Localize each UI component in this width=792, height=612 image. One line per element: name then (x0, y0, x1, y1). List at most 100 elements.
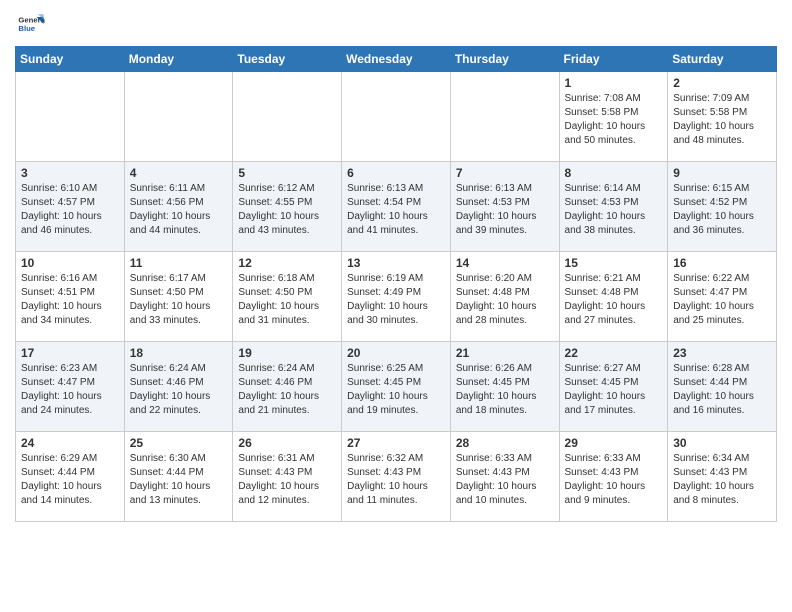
day-info: Sunrise: 6:26 AMSunset: 4:45 PMDaylight:… (456, 362, 554, 418)
day-info: Sunrise: 6:24 AMSunset: 4:46 PMDaylight:… (130, 362, 228, 418)
day-cell-29: 29 Sunrise: 6:33 AMSunset: 4:43 PMDayligh… (559, 432, 668, 522)
day-info: Sunrise: 6:17 AMSunset: 4:50 PMDaylight:… (130, 272, 228, 328)
day-cell-25: 25 Sunrise: 6:30 AMSunset: 4:44 PMDayligh… (124, 432, 233, 522)
day-number: 29 (565, 436, 663, 450)
day-number: 24 (21, 436, 119, 450)
day-info: Sunrise: 6:24 AMSunset: 4:46 PMDaylight:… (238, 362, 336, 418)
day-cell-13: 13 Sunrise: 6:19 AMSunset: 4:49 PMDayligh… (342, 252, 451, 342)
day-number: 9 (673, 166, 771, 180)
day-number: 12 (238, 256, 336, 270)
day-cell-19: 19 Sunrise: 6:24 AMSunset: 4:46 PMDayligh… (233, 342, 342, 432)
empty-cell (124, 72, 233, 162)
weekday-header-saturday: Saturday (668, 47, 777, 72)
day-cell-8: 8 Sunrise: 6:14 AMSunset: 4:53 PMDaylight… (559, 162, 668, 252)
day-info: Sunrise: 6:30 AMSunset: 4:44 PMDaylight:… (130, 452, 228, 508)
day-number: 4 (130, 166, 228, 180)
day-info: Sunrise: 6:10 AMSunset: 4:57 PMDaylight:… (21, 182, 119, 238)
calendar-table: SundayMondayTuesdayWednesdayThursdayFrid… (15, 46, 777, 522)
day-number: 30 (673, 436, 771, 450)
day-cell-16: 16 Sunrise: 6:22 AMSunset: 4:47 PMDayligh… (668, 252, 777, 342)
day-info: Sunrise: 6:27 AMSunset: 4:45 PMDaylight:… (565, 362, 663, 418)
weekday-header-sunday: Sunday (16, 47, 125, 72)
day-number: 26 (238, 436, 336, 450)
day-number: 10 (21, 256, 119, 270)
day-info: Sunrise: 6:13 AMSunset: 4:53 PMDaylight:… (456, 182, 554, 238)
day-cell-20: 20 Sunrise: 6:25 AMSunset: 4:45 PMDayligh… (342, 342, 451, 432)
day-number: 28 (456, 436, 554, 450)
week-row-1: 1Sunrise: 7:08 AMSunset: 5:58 PMDaylight… (16, 72, 777, 162)
week-row-4: 17Sunrise: 6:23 AMSunset: 4:47 PMDayligh… (16, 342, 777, 432)
day-info: Sunrise: 6:33 AMSunset: 4:43 PMDaylight:… (456, 452, 554, 508)
day-info: Sunrise: 6:25 AMSunset: 4:45 PMDaylight:… (347, 362, 445, 418)
day-info: Sunrise: 6:20 AMSunset: 4:48 PMDaylight:… (456, 272, 554, 328)
day-info: Sunrise: 6:29 AMSunset: 4:44 PMDaylight:… (21, 452, 119, 508)
day-cell-22: 22 Sunrise: 6:27 AMSunset: 4:45 PMDayligh… (559, 342, 668, 432)
day-number: 5 (238, 166, 336, 180)
empty-cell (450, 72, 559, 162)
day-cell-21: 21 Sunrise: 6:26 AMSunset: 4:45 PMDayligh… (450, 342, 559, 432)
day-number: 15 (565, 256, 663, 270)
day-info: Sunrise: 6:12 AMSunset: 4:55 PMDaylight:… (238, 182, 336, 238)
day-info: Sunrise: 6:15 AMSunset: 4:52 PMDaylight:… (673, 182, 771, 238)
weekday-header-tuesday: Tuesday (233, 47, 342, 72)
day-cell-9: 9 Sunrise: 6:15 AMSunset: 4:52 PMDaylight… (668, 162, 777, 252)
week-row-5: 24 Sunrise: 6:29 AMSunset: 4:44 PMDayligh… (16, 432, 777, 522)
day-info: Sunrise: 7:09 AMSunset: 5:58 PMDaylight:… (673, 92, 771, 148)
page-container: General Blue SundayMondayTuesdayWednesda… (0, 0, 792, 537)
day-info: Sunrise: 6:31 AMSunset: 4:43 PMDaylight:… (238, 452, 336, 508)
day-number: 23 (673, 346, 771, 360)
day-number: 3 (21, 166, 119, 180)
day-cell-18: 18 Sunrise: 6:24 AMSunset: 4:46 PMDayligh… (124, 342, 233, 432)
day-cell-11: 11Sunrise: 6:17 AMSunset: 4:50 PMDayligh… (124, 252, 233, 342)
day-number: 19 (238, 346, 336, 360)
day-cell-2: 2 Sunrise: 7:09 AMSunset: 5:58 PMDaylight… (668, 72, 777, 162)
day-number: 25 (130, 436, 228, 450)
day-cell-6: 6Sunrise: 6:13 AMSunset: 4:54 PMDaylight… (342, 162, 451, 252)
day-number: 13 (347, 256, 445, 270)
day-number: 27 (347, 436, 445, 450)
day-number: 7 (456, 166, 554, 180)
day-info: Sunrise: 6:22 AMSunset: 4:47 PMDaylight:… (673, 272, 771, 328)
day-cell-12: 12Sunrise: 6:18 AMSunset: 4:50 PMDayligh… (233, 252, 342, 342)
header: General Blue (15, 10, 777, 38)
day-cell-30: 30 Sunrise: 6:34 AMSunset: 4:43 PMDayligh… (668, 432, 777, 522)
day-number: 6 (347, 166, 445, 180)
day-number: 18 (130, 346, 228, 360)
day-number: 1 (565, 76, 663, 90)
day-info: Sunrise: 6:34 AMSunset: 4:43 PMDaylight:… (673, 452, 771, 508)
empty-cell (342, 72, 451, 162)
day-cell-1: 1Sunrise: 7:08 AMSunset: 5:58 PMDaylight… (559, 72, 668, 162)
week-row-3: 10Sunrise: 6:16 AMSunset: 4:51 PMDayligh… (16, 252, 777, 342)
day-number: 20 (347, 346, 445, 360)
day-cell-7: 7 Sunrise: 6:13 AMSunset: 4:53 PMDaylight… (450, 162, 559, 252)
day-number: 16 (673, 256, 771, 270)
day-cell-28: 28 Sunrise: 6:33 AMSunset: 4:43 PMDayligh… (450, 432, 559, 522)
day-info: Sunrise: 6:21 AMSunset: 4:48 PMDaylight:… (565, 272, 663, 328)
day-info: Sunrise: 6:11 AMSunset: 4:56 PMDaylight:… (130, 182, 228, 238)
day-cell-14: 14Sunrise: 6:20 AMSunset: 4:48 PMDayligh… (450, 252, 559, 342)
day-number: 2 (673, 76, 771, 90)
day-cell-10: 10Sunrise: 6:16 AMSunset: 4:51 PMDayligh… (16, 252, 125, 342)
day-number: 8 (565, 166, 663, 180)
day-cell-3: 3 Sunrise: 6:10 AMSunset: 4:57 PMDaylight… (16, 162, 125, 252)
day-cell-15: 15 Sunrise: 6:21 AMSunset: 4:48 PMDayligh… (559, 252, 668, 342)
day-cell-5: 5 Sunrise: 6:12 AMSunset: 4:55 PMDaylight… (233, 162, 342, 252)
day-info: Sunrise: 6:14 AMSunset: 4:53 PMDaylight:… (565, 182, 663, 238)
day-info: Sunrise: 6:32 AMSunset: 4:43 PMDaylight:… (347, 452, 445, 508)
day-info: Sunrise: 6:28 AMSunset: 4:44 PMDaylight:… (673, 362, 771, 418)
day-info: Sunrise: 6:19 AMSunset: 4:49 PMDaylight:… (347, 272, 445, 328)
weekday-header-monday: Monday (124, 47, 233, 72)
logo-icon: General Blue (17, 10, 45, 38)
empty-cell (233, 72, 342, 162)
day-number: 22 (565, 346, 663, 360)
day-info: Sunrise: 6:23 AMSunset: 4:47 PMDaylight:… (21, 362, 119, 418)
weekday-header-friday: Friday (559, 47, 668, 72)
week-row-2: 3 Sunrise: 6:10 AMSunset: 4:57 PMDaylight… (16, 162, 777, 252)
day-info: Sunrise: 6:33 AMSunset: 4:43 PMDaylight:… (565, 452, 663, 508)
weekday-header-thursday: Thursday (450, 47, 559, 72)
svg-text:Blue: Blue (18, 24, 35, 33)
weekday-header-row: SundayMondayTuesdayWednesdayThursdayFrid… (16, 47, 777, 72)
day-number: 21 (456, 346, 554, 360)
weekday-header-wednesday: Wednesday (342, 47, 451, 72)
day-cell-17: 17Sunrise: 6:23 AMSunset: 4:47 PMDayligh… (16, 342, 125, 432)
